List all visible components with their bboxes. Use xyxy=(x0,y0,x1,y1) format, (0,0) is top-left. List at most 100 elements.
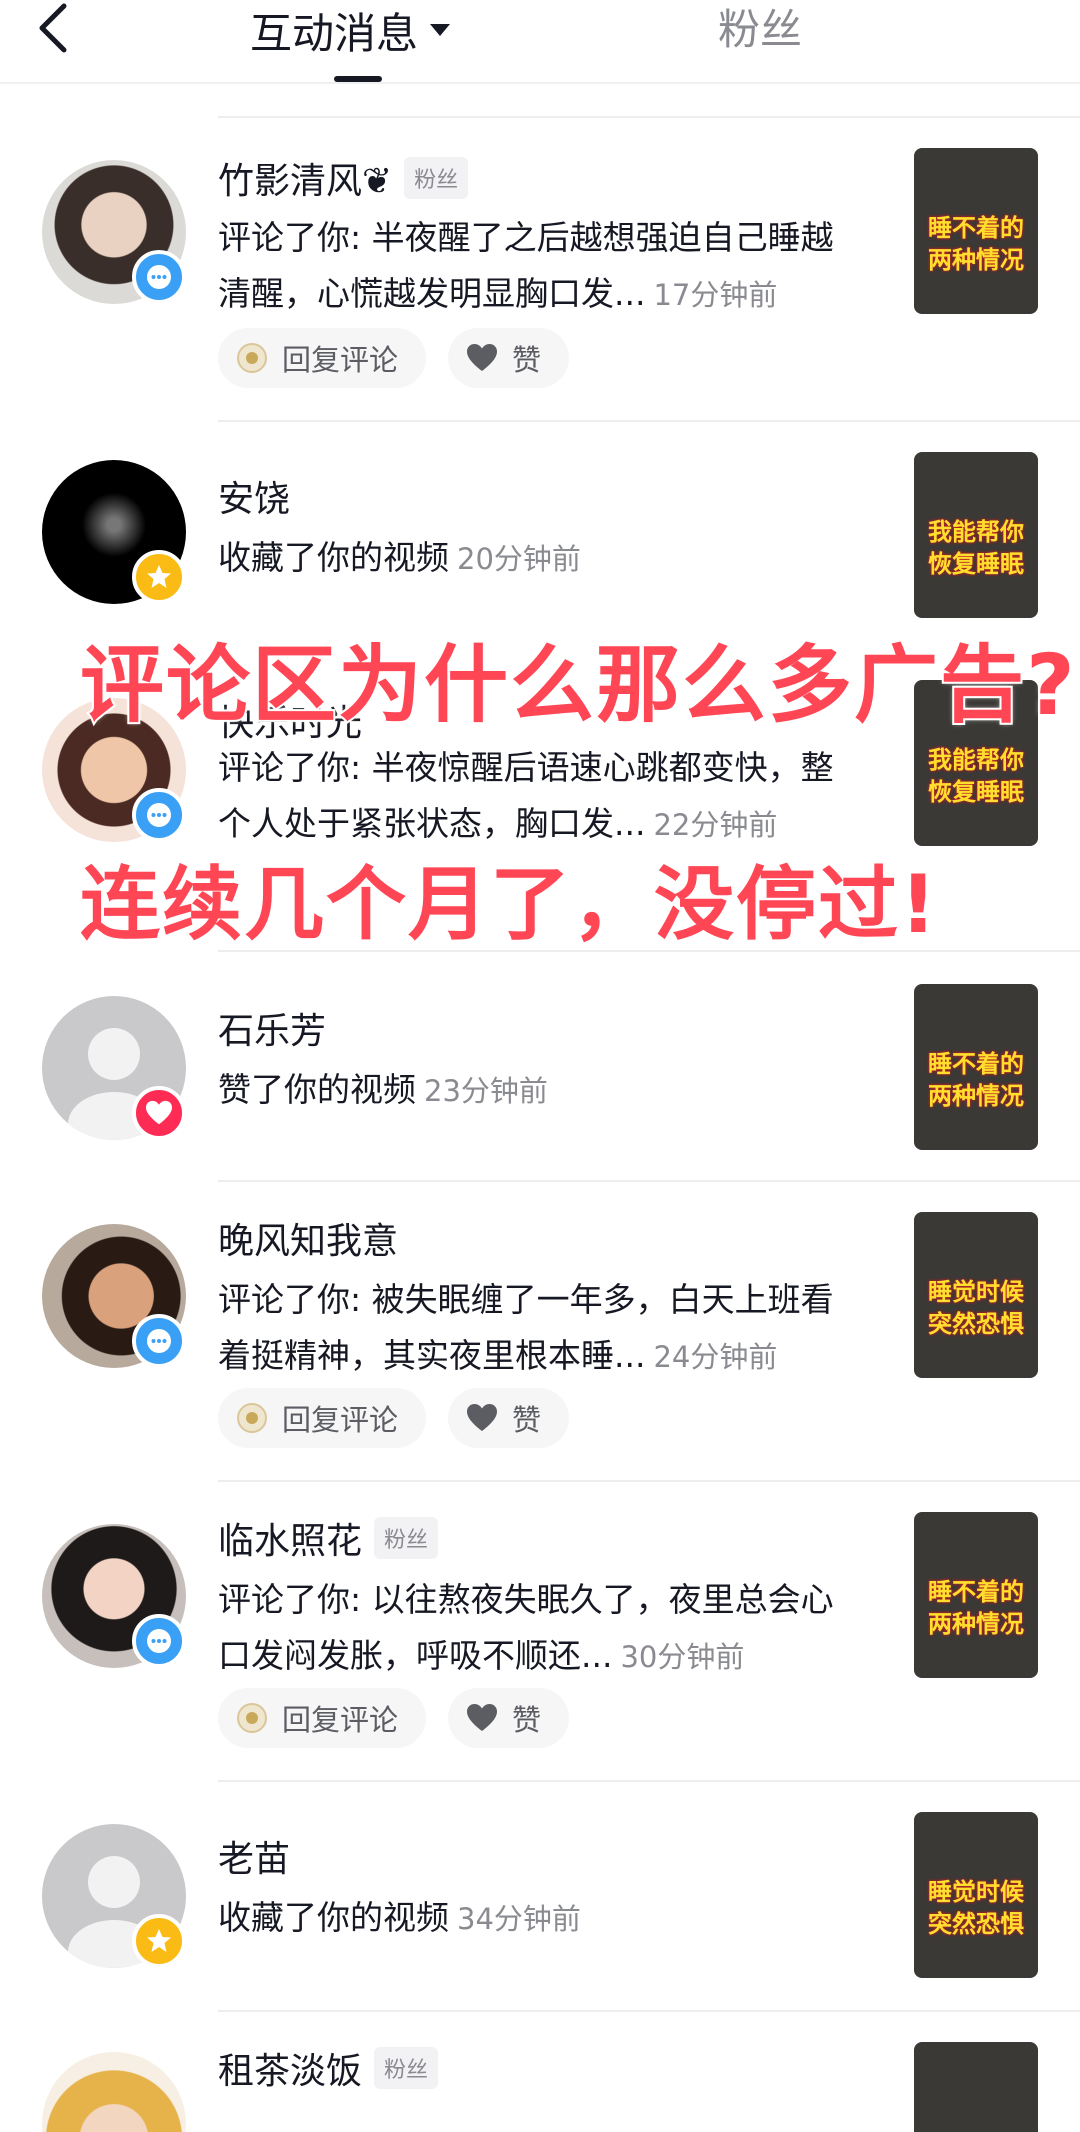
message-text[interactable]: 收藏了你的视频 20分钟前 xyxy=(218,530,898,587)
reply-comment-label: 回复评论 xyxy=(282,1703,399,1737)
divider xyxy=(218,1780,1080,1782)
thumbnail-caption: 我能帮你 恢复睡眠 xyxy=(928,746,1024,806)
thumbnail-caption: 睡不着的 两种情况 xyxy=(928,1578,1024,1638)
thumbnail-caption: 睡觉时候 突然恐惧 xyxy=(928,1878,1024,1938)
timestamp: 23分钟前 xyxy=(424,1074,548,1108)
message-item[interactable]: 临水照花 粉丝 评论了你: 以往熬夜失眠久了，夜里总会心 口发闷发胀，呼吸不顺还… xyxy=(0,1500,1080,1780)
timestamp: 20分钟前 xyxy=(457,542,581,576)
actions: 回复评论 赞 xyxy=(218,1388,591,1448)
message-line: 评论了你: 被失眠缠了一年多，白天上班看 xyxy=(218,1280,834,1319)
message-text[interactable]: 评论了你: 半夜惊醒后语速心跳都变快，整 个人处于紧张状态，胸口发... 22分钟… xyxy=(218,740,898,853)
name-row: 晚风知我意 xyxy=(218,1212,398,1264)
like-button[interactable]: 赞 xyxy=(448,1388,570,1448)
divider xyxy=(218,116,1080,118)
heart-icon xyxy=(466,1703,498,1733)
divider xyxy=(218,420,1080,422)
message-line: 收藏了你的视频 xyxy=(218,538,449,577)
avatar[interactable] xyxy=(42,2052,186,2132)
video-thumbnail[interactable]: 我能帮你 恢复睡眠 xyxy=(914,452,1038,618)
user-name[interactable]: 临水照花 xyxy=(218,1512,362,1564)
name-row: 老苗 xyxy=(218,1830,290,1882)
divider xyxy=(218,2010,1080,2012)
like-label: 赞 xyxy=(512,1703,542,1737)
favorite-star-badge-icon xyxy=(132,550,186,604)
top-bar: 互动消息 粉丝 xyxy=(0,0,1080,84)
favorite-star-badge-icon xyxy=(132,1914,186,1968)
comment-badge-icon xyxy=(132,250,186,304)
message-line: 清醒，心慌越发明显胸口发... xyxy=(218,274,646,313)
timestamp: 24分钟前 xyxy=(653,1340,778,1374)
name-row: 租茶淡饭 粉丝 xyxy=(218,2042,439,2094)
tab-interactions[interactable]: 互动消息 xyxy=(250,0,451,60)
name-row: 安饶 xyxy=(218,470,290,522)
message-line: 赞了你的视频 xyxy=(218,1070,416,1109)
name-row: 竹影清风❦ 粉丝 xyxy=(218,152,469,204)
message-text[interactable]: 赞了你的视频 23分钟前 xyxy=(218,1062,898,1119)
like-button[interactable]: 赞 xyxy=(448,328,570,388)
like-label: 赞 xyxy=(512,1403,542,1437)
reply-emoji-icon xyxy=(236,1702,268,1734)
message-line: 评论了你: 半夜惊醒后语速心跳都变快，整 xyxy=(218,748,834,787)
message-item[interactable]: 安饶 收藏了你的视频 20分钟前 我能帮你 恢复睡眠 xyxy=(0,440,1080,640)
overlay-subheadline: 连续几个月了，没停过! xyxy=(78,856,939,953)
like-button[interactable]: 赞 xyxy=(448,1688,570,1748)
message-item[interactable]: 石乐芳 赞了你的视频 23分钟前 睡不着的 两种情况 xyxy=(0,972,1080,1172)
reply-comment-button[interactable]: 回复评论 xyxy=(218,1388,427,1448)
user-name[interactable]: 老苗 xyxy=(218,1830,290,1882)
video-thumbnail[interactable]: 睡觉时候 突然恐惧 xyxy=(914,1812,1038,1978)
tab-fans[interactable]: 粉丝 xyxy=(718,0,802,60)
message-item[interactable]: 老苗 收藏了你的视频 34分钟前 睡觉时候 突然恐惧 xyxy=(0,1800,1080,2000)
message-text[interactable]: 评论了你: 被失眠缠了一年多，白天上班看 着挺精神，其实夜里根本睡... 24分钟… xyxy=(218,1272,898,1385)
message-line: 评论了你: 半夜醒了之后越想强迫自己睡越 xyxy=(218,218,834,257)
video-thumbnail[interactable]: 睡觉时候 突然恐惧 xyxy=(914,1212,1038,1378)
video-thumbnail[interactable]: 睡不着的 两种情况 xyxy=(914,148,1038,314)
reply-comment-label: 回复评论 xyxy=(282,343,399,377)
user-name[interactable]: 安饶 xyxy=(218,470,290,522)
user-name[interactable]: 晚风知我意 xyxy=(218,1212,398,1264)
like-heart-badge-icon xyxy=(132,1086,186,1140)
like-label: 赞 xyxy=(512,343,542,377)
comment-badge-icon xyxy=(132,788,186,842)
timestamp: 30分钟前 xyxy=(620,1640,745,1674)
message-item[interactable]: 租茶淡饭 粉丝 xyxy=(0,2030,1080,2132)
divider xyxy=(218,1180,1080,1182)
message-text[interactable]: 评论了你: 以往熬夜失眠久了，夜里总会心 口发闷发胀，呼吸不顺还... 30分钟前 xyxy=(218,1572,898,1685)
fan-tag: 粉丝 xyxy=(404,157,469,199)
user-name[interactable]: 竹影清风❦ xyxy=(218,152,392,204)
reply-comment-button[interactable]: 回复评论 xyxy=(218,1688,427,1748)
fan-tag: 粉丝 xyxy=(374,2047,439,2089)
message-item[interactable]: 竹影清风❦ 粉丝 评论了你: 半夜醒了之后越想强迫自己睡越 清醒，心慌越发明显胸… xyxy=(0,140,1080,420)
back-arrow-icon[interactable] xyxy=(34,2,74,54)
thumbnail-caption: 睡觉时候 突然恐惧 xyxy=(928,1278,1024,1338)
message-text[interactable]: 收藏了你的视频 34分钟前 xyxy=(218,1890,898,1947)
heart-icon xyxy=(466,1403,498,1433)
actions: 回复评论 赞 xyxy=(218,1688,591,1748)
comment-badge-icon xyxy=(132,1614,186,1668)
user-name[interactable]: 石乐芳 xyxy=(218,1002,326,1054)
overlay-headline: 评论区为什么那么多广告? xyxy=(78,634,1077,736)
reply-comment-button[interactable]: 回复评论 xyxy=(218,328,427,388)
comment-badge-icon xyxy=(132,1314,186,1368)
message-item[interactable]: 晚风知我意 评论了你: 被失眠缠了一年多，白天上班看 着挺精神，其实夜里根本睡.… xyxy=(0,1200,1080,1480)
timestamp: 22分钟前 xyxy=(653,808,778,842)
timestamp: 17分钟前 xyxy=(653,278,778,312)
reply-comment-label: 回复评论 xyxy=(282,1403,399,1437)
divider xyxy=(218,1480,1080,1482)
message-text[interactable]: 评论了你: 半夜醒了之后越想强迫自己睡越 清醒，心慌越发明显胸口发... 17分钟… xyxy=(218,210,898,323)
thumbnail-caption: 我能帮你 恢复睡眠 xyxy=(928,518,1024,578)
video-thumbnail[interactable]: 睡不着的 两种情况 xyxy=(914,984,1038,1150)
message-line: 评论了你: 以往熬夜失眠久了，夜里总会心 xyxy=(218,1580,834,1619)
message-line: 收藏了你的视频 xyxy=(218,1898,449,1937)
thumbnail-caption: 睡不着的 两种情况 xyxy=(928,214,1024,274)
actions: 回复评论 赞 xyxy=(218,328,591,388)
video-thumbnail[interactable] xyxy=(914,2042,1038,2132)
message-line: 着挺精神，其实夜里根本睡... xyxy=(218,1336,646,1375)
message-line: 口发闷发胀，呼吸不顺还... xyxy=(218,1636,613,1675)
caret-down-icon xyxy=(430,24,451,36)
fan-tag: 粉丝 xyxy=(374,1517,439,1559)
video-thumbnail[interactable]: 睡不着的 两种情况 xyxy=(914,1512,1038,1678)
name-row: 临水照花 粉丝 xyxy=(218,1512,439,1564)
reply-emoji-icon xyxy=(236,342,268,374)
timestamp: 34分钟前 xyxy=(457,1902,581,1936)
user-name[interactable]: 租茶淡饭 xyxy=(218,2042,362,2094)
